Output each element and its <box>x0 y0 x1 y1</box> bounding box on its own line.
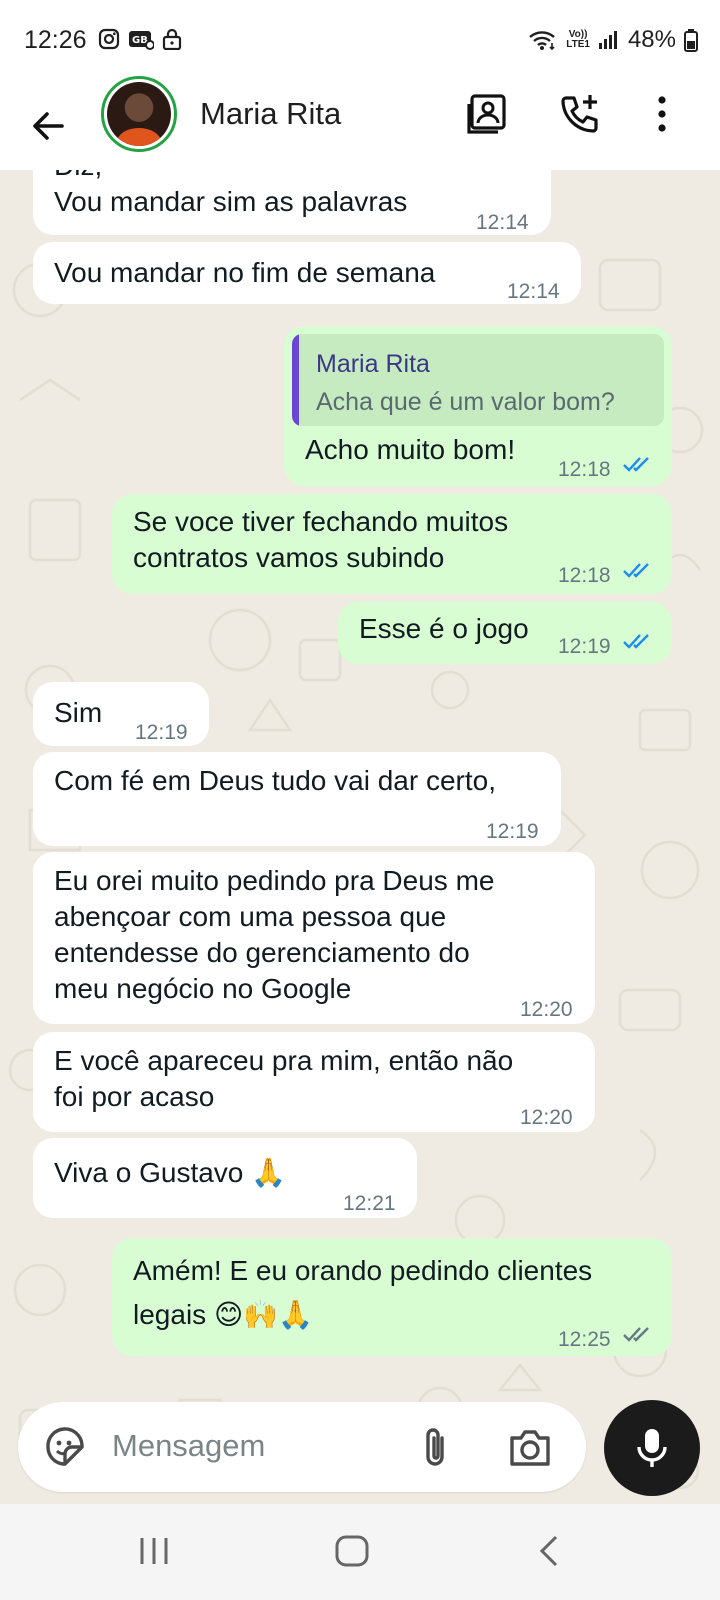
quote-text: Acha que é um valor bom? <box>316 388 615 416</box>
message-time: 12:21 <box>343 1192 396 1215</box>
status-notification-icons: GB <box>98 28 182 50</box>
status-system-icons: Vo)) LTE1 48% <box>528 26 698 54</box>
back-arrow-icon[interactable] <box>28 106 68 146</box>
recent-apps-icon[interactable] <box>136 1534 172 1568</box>
volte-indicator: Vo)) LTE1 <box>566 30 590 50</box>
message-input-bar: Mensagem <box>0 1380 720 1500</box>
chat-area[interactable]: Diz, Vou mandar sim as palavras 12:14 Vo… <box>0 170 720 1525</box>
message-text: Esse é o jogo <box>359 613 529 644</box>
mic-icon <box>637 1429 667 1467</box>
message-bubble-incoming[interactable]: Sim 12:19 <box>33 682 209 746</box>
voice-message-button[interactable] <box>604 1400 700 1496</box>
contact-card-icon[interactable] <box>466 92 510 136</box>
battery-percent: 48% <box>627 26 676 53</box>
message-text: Vou mandar no fim de semana <box>54 257 436 288</box>
lock-icon <box>162 28 182 50</box>
status-time: 12:26 <box>24 26 87 54</box>
message-time: 12:18 <box>558 458 611 481</box>
message-bubble-incoming[interactable]: E você apareceu pra mim, então não foi p… <box>33 1032 595 1132</box>
message-text: Com fé em Deus tudo vai dar certo, <box>54 765 496 796</box>
contact-avatar[interactable] <box>101 76 177 152</box>
status-bar: 12:26 GB Vo)) LTE1 48% <box>0 0 720 84</box>
message-time: 12:20 <box>520 998 573 1021</box>
home-icon[interactable] <box>334 1534 370 1568</box>
sticker-icon[interactable] <box>42 1424 88 1470</box>
message-bubble-outgoing-reply[interactable]: Maria Rita Acha que é um valor bom? Acho… <box>284 326 672 486</box>
message-time: 12:18 <box>558 564 611 587</box>
message-text: Viva o Gustavo 🙏 <box>54 1157 287 1188</box>
instagram-icon <box>98 28 120 50</box>
message-time: 12:14 <box>476 211 529 234</box>
message-bubble-incoming[interactable]: Viva o Gustavo 🙏 12:21 <box>33 1138 417 1218</box>
message-time: 12:19 <box>558 635 611 658</box>
message-text: Diz, Vou mandar sim as palavras <box>54 170 408 217</box>
message-time: 12:14 <box>507 280 560 303</box>
photo-badge-icon: GB <box>129 31 154 50</box>
message-bubble-incoming[interactable]: Vou mandar no fim de semana 12:14 <box>33 242 581 304</box>
battery-icon <box>684 29 698 52</box>
read-ticks-icon <box>623 457 649 472</box>
nav-back-icon[interactable] <box>536 1534 562 1568</box>
delivered-ticks-icon <box>623 1327 649 1342</box>
message-text: Sim <box>54 697 103 728</box>
message-text: Acho muito bom! <box>305 434 516 465</box>
message-bubble-outgoing[interactable]: Se voce tiver fechando muitos contratos … <box>112 494 672 594</box>
message-time: 12:19 <box>135 721 188 744</box>
read-ticks-icon <box>623 634 649 649</box>
wifi-icon <box>529 31 556 51</box>
message-bubble-incoming[interactable]: Diz, Vou mandar sim as palavras 12:14 <box>33 170 551 235</box>
message-text: Eu orei muito pedindo pra Deus me abenço… <box>54 865 495 1004</box>
signal-icon <box>598 31 617 49</box>
quote-author: Maria Rita <box>316 350 430 378</box>
message-text: Amém! E eu orando pedindo clientes legai… <box>133 1255 593 1330</box>
message-time: 12:25 <box>558 1328 611 1351</box>
read-ticks-icon <box>623 563 649 578</box>
message-bubble-outgoing[interactable]: Esse é o jogo 12:19 <box>338 602 672 664</box>
message-text: Se voce tiver fechando muitos contratos … <box>133 506 509 573</box>
message-text: E você apareceu pra mim, então não foi p… <box>54 1045 514 1112</box>
message-bubble-incoming[interactable]: Com fé em Deus tudo vai dar certo, 12:19 <box>33 752 561 846</box>
message-time: 12:20 <box>520 1106 573 1129</box>
volte-bottom: LTE1 <box>566 39 590 50</box>
avatar-photo <box>107 82 171 146</box>
quoted-message[interactable]: Maria Rita Acha que é um valor bom? <box>292 334 664 426</box>
add-call-icon[interactable] <box>558 92 602 136</box>
contact-name[interactable]: Maria Rita <box>200 96 341 132</box>
quote-accent-bar <box>292 334 299 426</box>
more-vert-icon[interactable] <box>640 92 684 136</box>
message-bubble-outgoing[interactable]: Amém! E eu orando pedindo clientes legai… <box>112 1238 672 1356</box>
message-input-field[interactable]: Mensagem <box>18 1402 586 1492</box>
message-time: 12:19 <box>486 820 539 843</box>
message-bubble-incoming[interactable]: Eu orei muito pedindo pra Deus me abenço… <box>33 852 595 1024</box>
camera-icon[interactable] <box>508 1426 552 1468</box>
attach-icon[interactable] <box>416 1424 456 1470</box>
input-placeholder: Mensagem <box>112 1428 266 1463</box>
system-navigation-bar <box>0 1504 720 1600</box>
